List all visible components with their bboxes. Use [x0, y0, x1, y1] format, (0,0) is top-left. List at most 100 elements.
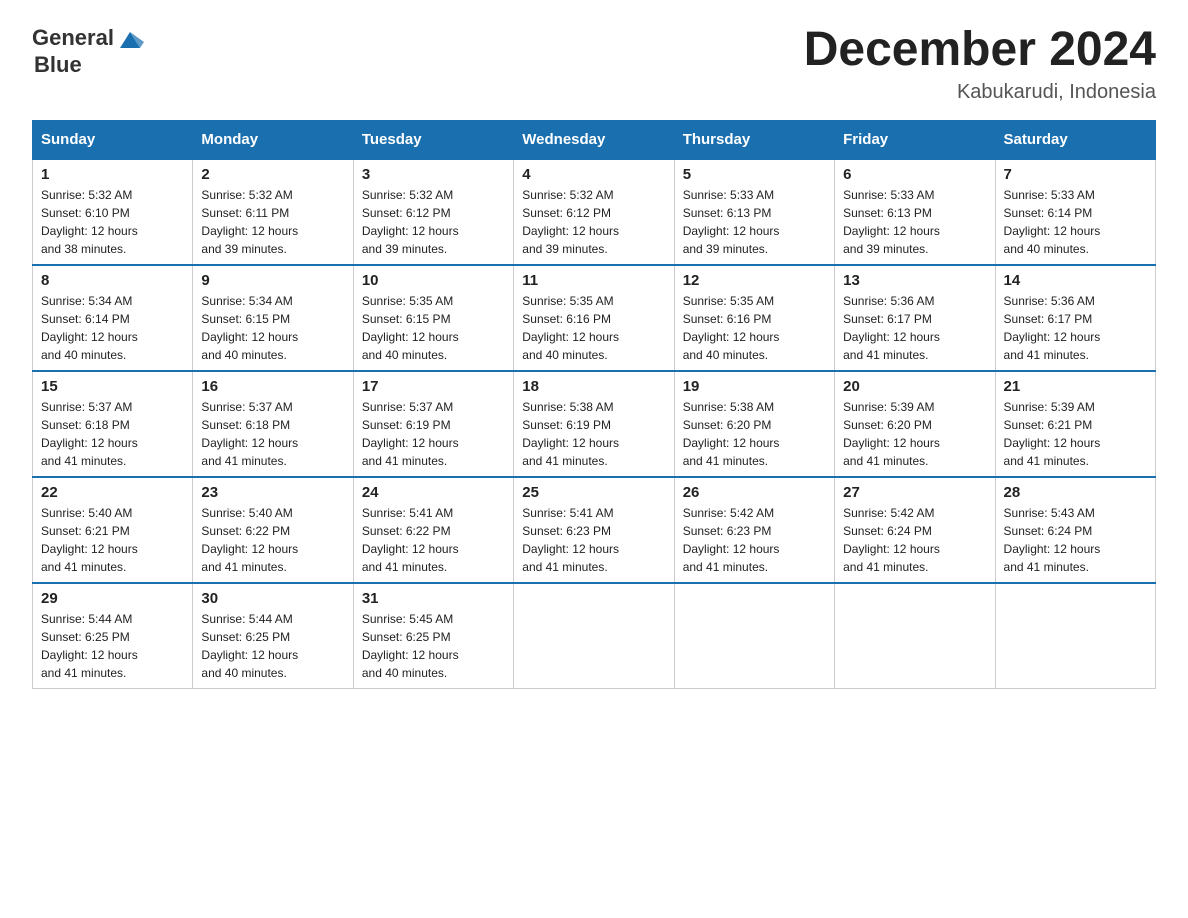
day-cell: 15 Sunrise: 5:37 AMSunset: 6:18 PMDayligh…: [33, 371, 193, 477]
day-cell: 16 Sunrise: 5:37 AMSunset: 6:18 PMDayligh…: [193, 371, 353, 477]
day-info: Sunrise: 5:36 AMSunset: 6:17 PMDaylight:…: [843, 292, 986, 364]
day-info: Sunrise: 5:35 AMSunset: 6:15 PMDaylight:…: [362, 292, 505, 364]
day-cell: 8Sunrise: 5:34 AMSunset: 6:14 PMDaylight…: [33, 265, 193, 371]
day-number: 16: [201, 378, 344, 395]
calendar-table: SundayMondayTuesdayWednesdayThursdayFrid…: [32, 120, 1156, 689]
day-number: 7: [1004, 166, 1147, 183]
week-row-3: 15 Sunrise: 5:37 AMSunset: 6:18 PMDayligh…: [33, 371, 1156, 477]
logo: General Blue: [32, 24, 144, 78]
day-info: Sunrise: 5:40 AMSunset: 6:21 PMDaylight:…: [41, 504, 184, 576]
day-cell: 28 Sunrise: 5:43 AMSunset: 6:24 PMDayligh…: [995, 477, 1155, 583]
day-info: Sunrise: 5:41 AMSunset: 6:22 PMDaylight:…: [362, 504, 505, 576]
day-info: Sunrise: 5:32 AMSunset: 6:12 PMDaylight:…: [362, 186, 505, 258]
day-number: 24: [362, 484, 505, 501]
day-cell: 5Sunrise: 5:33 AMSunset: 6:13 PMDaylight…: [674, 159, 834, 265]
day-info: Sunrise: 5:38 AMSunset: 6:19 PMDaylight:…: [522, 398, 665, 470]
day-cell: 12 Sunrise: 5:35 AMSunset: 6:16 PMDayligh…: [674, 265, 834, 371]
day-number: 27: [843, 484, 986, 501]
day-cell: 11Sunrise: 5:35 AMSunset: 6:16 PMDayligh…: [514, 265, 674, 371]
day-number: 25: [522, 484, 665, 501]
day-number: 19: [683, 378, 826, 395]
logo-triangle-icon: [116, 24, 144, 52]
day-info: Sunrise: 5:45 AMSunset: 6:25 PMDaylight:…: [362, 610, 505, 682]
logo-blue: Blue: [34, 52, 82, 77]
day-info: Sunrise: 5:35 AMSunset: 6:16 PMDaylight:…: [522, 292, 665, 364]
day-number: 12: [683, 272, 826, 289]
day-cell: 22 Sunrise: 5:40 AMSunset: 6:21 PMDayligh…: [33, 477, 193, 583]
day-number: 18: [522, 378, 665, 395]
location-title: Kabukarudi, Indonesia: [804, 81, 1156, 104]
day-info: Sunrise: 5:33 AMSunset: 6:14 PMDaylight:…: [1004, 186, 1147, 258]
week-row-5: 29 Sunrise: 5:44 AMSunset: 6:25 PMDayligh…: [33, 583, 1156, 689]
day-number: 21: [1004, 378, 1147, 395]
day-number: 23: [201, 484, 344, 501]
day-number: 3: [362, 166, 505, 183]
col-header-monday: Monday: [193, 120, 353, 159]
day-number: 10: [362, 272, 505, 289]
day-cell: 17Sunrise: 5:37 AMSunset: 6:19 PMDayligh…: [353, 371, 513, 477]
col-header-sunday: Sunday: [33, 120, 193, 159]
week-row-2: 8Sunrise: 5:34 AMSunset: 6:14 PMDaylight…: [33, 265, 1156, 371]
day-cell: 26Sunrise: 5:42 AMSunset: 6:23 PMDayligh…: [674, 477, 834, 583]
day-info: Sunrise: 5:37 AMSunset: 6:18 PMDaylight:…: [41, 398, 184, 470]
day-info: Sunrise: 5:39 AMSunset: 6:21 PMDaylight:…: [1004, 398, 1147, 470]
day-cell: [514, 583, 674, 689]
day-info: Sunrise: 5:40 AMSunset: 6:22 PMDaylight:…: [201, 504, 344, 576]
day-cell: [674, 583, 834, 689]
day-info: Sunrise: 5:44 AMSunset: 6:25 PMDaylight:…: [201, 610, 344, 682]
day-cell: 21 Sunrise: 5:39 AMSunset: 6:21 PMDayligh…: [995, 371, 1155, 477]
day-cell: 4 Sunrise: 5:32 AMSunset: 6:12 PMDaylight…: [514, 159, 674, 265]
day-cell: 23 Sunrise: 5:40 AMSunset: 6:22 PMDayligh…: [193, 477, 353, 583]
day-number: 22: [41, 484, 184, 501]
day-info: Sunrise: 5:33 AMSunset: 6:13 PMDaylight:…: [843, 186, 986, 258]
col-header-friday: Friday: [835, 120, 995, 159]
day-info: Sunrise: 5:38 AMSunset: 6:20 PMDaylight:…: [683, 398, 826, 470]
day-number: 20: [843, 378, 986, 395]
day-number: 1: [41, 166, 184, 183]
week-row-4: 22 Sunrise: 5:40 AMSunset: 6:21 PMDayligh…: [33, 477, 1156, 583]
day-cell: 27 Sunrise: 5:42 AMSunset: 6:24 PMDayligh…: [835, 477, 995, 583]
day-number: 28: [1004, 484, 1147, 501]
day-info: Sunrise: 5:32 AMSunset: 6:10 PMDaylight:…: [41, 186, 184, 258]
day-cell: 24 Sunrise: 5:41 AMSunset: 6:22 PMDayligh…: [353, 477, 513, 583]
day-cell: 20Sunrise: 5:39 AMSunset: 6:20 PMDayligh…: [835, 371, 995, 477]
day-cell: [995, 583, 1155, 689]
page-header: General Blue December 2024 Kabukarudi, I…: [32, 24, 1156, 104]
day-cell: 18 Sunrise: 5:38 AMSunset: 6:19 PMDayligh…: [514, 371, 674, 477]
day-info: Sunrise: 5:44 AMSunset: 6:25 PMDaylight:…: [41, 610, 184, 682]
day-cell: 7 Sunrise: 5:33 AMSunset: 6:14 PMDaylight…: [995, 159, 1155, 265]
header-row: SundayMondayTuesdayWednesdayThursdayFrid…: [33, 120, 1156, 159]
col-header-wednesday: Wednesday: [514, 120, 674, 159]
day-info: Sunrise: 5:33 AMSunset: 6:13 PMDaylight:…: [683, 186, 826, 258]
title-block: December 2024 Kabukarudi, Indonesia: [804, 24, 1156, 104]
day-info: Sunrise: 5:35 AMSunset: 6:16 PMDaylight:…: [683, 292, 826, 364]
day-number: 29: [41, 590, 184, 607]
day-info: Sunrise: 5:34 AMSunset: 6:15 PMDaylight:…: [201, 292, 344, 364]
day-cell: 29 Sunrise: 5:44 AMSunset: 6:25 PMDayligh…: [33, 583, 193, 689]
day-cell: 6 Sunrise: 5:33 AMSunset: 6:13 PMDaylight…: [835, 159, 995, 265]
day-info: Sunrise: 5:37 AMSunset: 6:19 PMDaylight:…: [362, 398, 505, 470]
day-info: Sunrise: 5:43 AMSunset: 6:24 PMDaylight:…: [1004, 504, 1147, 576]
day-cell: 13Sunrise: 5:36 AMSunset: 6:17 PMDayligh…: [835, 265, 995, 371]
col-header-saturday: Saturday: [995, 120, 1155, 159]
col-header-thursday: Thursday: [674, 120, 834, 159]
day-cell: 10 Sunrise: 5:35 AMSunset: 6:15 PMDayligh…: [353, 265, 513, 371]
day-number: 14: [1004, 272, 1147, 289]
day-number: 15: [41, 378, 184, 395]
col-header-tuesday: Tuesday: [353, 120, 513, 159]
day-number: 26: [683, 484, 826, 501]
day-info: Sunrise: 5:32 AMSunset: 6:11 PMDaylight:…: [201, 186, 344, 258]
day-cell: 31Sunrise: 5:45 AMSunset: 6:25 PMDayligh…: [353, 583, 513, 689]
day-cell: 9Sunrise: 5:34 AMSunset: 6:15 PMDaylight…: [193, 265, 353, 371]
day-cell: 2Sunrise: 5:32 AMSunset: 6:11 PMDaylight…: [193, 159, 353, 265]
month-title: December 2024: [804, 24, 1156, 77]
day-cell: 30Sunrise: 5:44 AMSunset: 6:25 PMDayligh…: [193, 583, 353, 689]
day-info: Sunrise: 5:42 AMSunset: 6:24 PMDaylight:…: [843, 504, 986, 576]
day-cell: 3 Sunrise: 5:32 AMSunset: 6:12 PMDaylight…: [353, 159, 513, 265]
day-number: 6: [843, 166, 986, 183]
day-cell: 25 Sunrise: 5:41 AMSunset: 6:23 PMDayligh…: [514, 477, 674, 583]
day-info: Sunrise: 5:37 AMSunset: 6:18 PMDaylight:…: [201, 398, 344, 470]
day-info: Sunrise: 5:32 AMSunset: 6:12 PMDaylight:…: [522, 186, 665, 258]
day-number: 4: [522, 166, 665, 183]
day-info: Sunrise: 5:41 AMSunset: 6:23 PMDaylight:…: [522, 504, 665, 576]
